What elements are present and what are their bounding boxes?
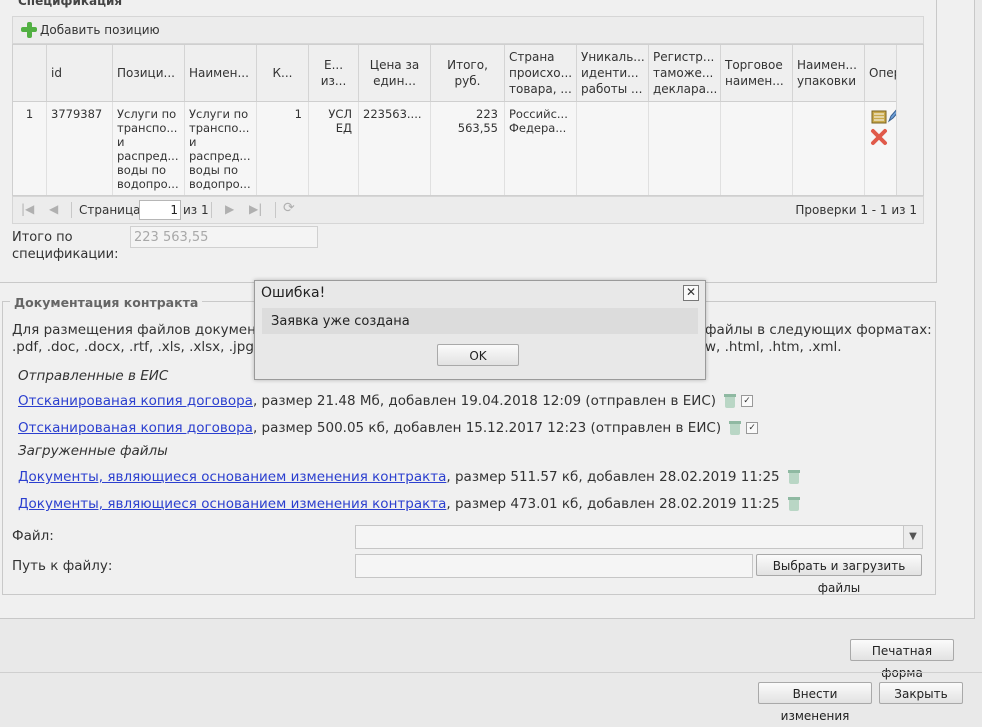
pager-separator <box>275 202 276 218</box>
recycle-bin-icon[interactable] <box>724 394 737 408</box>
spec-total-field: 223 563,55 <box>130 226 318 248</box>
pager-toolbar: |◀ ◀ Страница 1 из 1 ▶ ▶| ⟳ Проверки 1 -… <box>12 196 924 224</box>
doc-intro-right: файлы в следующих форматах: w, .html, .h… <box>705 322 932 356</box>
cell-name: Услуги по транспо... и распред... воды п… <box>185 102 257 195</box>
file-link[interactable]: Документы, являющиеся основанием изменен… <box>18 469 446 485</box>
pager-separator <box>211 202 212 218</box>
next-page-icon[interactable]: ▶ <box>225 202 234 216</box>
dialog-message-area: Заявка уже создана <box>262 308 698 334</box>
refresh-icon[interactable]: ⟳ <box>283 200 295 216</box>
file-link[interactable]: Документы, являющиеся основанием изменен… <box>18 496 446 512</box>
cell-package <box>793 102 865 195</box>
add-position-label: Добавить позицию <box>40 23 160 37</box>
col-unit[interactable]: Е... из... <box>309 45 359 101</box>
grid-scrollbar[interactable] <box>896 45 923 195</box>
col-position[interactable]: Позици... <box>113 45 185 101</box>
doc-intro-right2: w, .html, .htm, .xml. <box>705 339 842 355</box>
cell-country: Российс... Федера... <box>505 102 577 195</box>
file-info: , размер 511.57 кб, добавлен 28.02.2019 … <box>446 469 780 485</box>
doc-intro-line2: .pdf, .doc, .docx, .rtf, .xls, .xlsx, .j… <box>12 339 280 355</box>
file-row: Документы, являющиеся основанием изменен… <box>18 469 800 485</box>
spec-total-label: Итого по спецификации: <box>12 230 119 262</box>
add-position-button[interactable]: Добавить позицию <box>21 22 160 38</box>
file-select[interactable]: ▼ <box>355 525 923 549</box>
pager-separator <box>71 202 72 218</box>
prev-page-icon[interactable]: ◀ <box>49 202 58 216</box>
file-row: Документы, являющиеся основанием изменен… <box>18 496 800 512</box>
col-country[interactable]: Страна происхо... товара, ... <box>505 45 577 101</box>
grid-header: id Позици... Наимен... К... Е... из... Ц… <box>13 45 897 102</box>
doc-intro-left: Для размещения файлов документац .pdf, .… <box>12 322 281 356</box>
col-price[interactable]: Цена за един... <box>359 45 431 101</box>
apply-changes-button[interactable]: Внести изменения <box>758 682 872 723</box>
page-label: Страница <box>79 203 141 217</box>
file-row: Отсканированая копия договора , размер 5… <box>18 420 759 436</box>
col-customs[interactable]: Регистр... таможе... деклара... <box>649 45 721 101</box>
cell-unit: УСЛ ЕД <box>309 102 359 195</box>
spec-grid: id Позици... Наимен... К... Е... из... Ц… <box>12 44 924 196</box>
open-book-icon[interactable] <box>870 108 888 126</box>
print-form-button[interactable]: Печатная форма <box>850 639 954 680</box>
ok-button[interactable]: OK <box>437 344 519 366</box>
cell-trade-name <box>721 102 793 195</box>
close-button[interactable]: Закрыть <box>879 682 963 704</box>
col-unique-id[interactable]: Уникаль... иденти... работы ... <box>577 45 649 101</box>
cell-price: 223563.... <box>359 102 431 195</box>
col-rownum[interactable] <box>13 45 47 101</box>
sent-check-icon: ✓ <box>746 422 759 434</box>
spec-toolbar: Добавить позицию <box>12 16 924 44</box>
file-info: , размер 500.05 кб, добавлен 15.12.2017 … <box>252 420 722 436</box>
cell-rownum: 1 <box>13 102 47 195</box>
cell-id: 3779387 <box>47 102 113 195</box>
cell-operations <box>865 102 897 195</box>
specification-title: Спецификация <box>18 0 123 8</box>
chevron-down-icon[interactable]: ▼ <box>903 526 922 548</box>
recycle-bin-icon[interactable] <box>787 470 800 484</box>
col-id[interactable]: id <box>47 45 113 101</box>
cell-qty: 1 <box>257 102 309 195</box>
uploaded-section-title: Загруженные файлы <box>18 443 168 459</box>
file-path-input[interactable] <box>355 554 753 578</box>
col-name[interactable]: Наимен... <box>185 45 257 101</box>
file-label: Файл: <box>12 528 54 544</box>
dialog-message: Заявка уже создана <box>271 314 410 329</box>
sent-check-icon: ✓ <box>741 395 754 407</box>
col-qty[interactable]: К... <box>257 45 309 101</box>
pager-status: Проверки 1 - 1 из 1 <box>795 203 917 217</box>
documentation-title: Документация контракта <box>10 295 203 310</box>
footer-divider <box>0 672 982 673</box>
file-link[interactable]: Отсканированая копия договора <box>18 420 253 436</box>
col-operations[interactable]: Опера... <box>865 45 897 101</box>
cell-position: Услуги по транспо... и распред... воды п… <box>113 102 185 195</box>
col-trade-name[interactable]: Торговое наимен... <box>721 45 793 101</box>
sent-section-title: Отправленные в ЕИС <box>18 368 169 384</box>
path-label: Путь к файлу: <box>12 558 113 574</box>
last-page-icon[interactable]: ▶| <box>249 202 262 216</box>
table-row[interactable]: 1 3779387 Услуги по транспо... и распред… <box>13 102 897 195</box>
delete-icon[interactable] <box>870 128 888 146</box>
doc-intro-right1: файлы в следующих форматах: <box>705 322 932 338</box>
page-of-label: из 1 <box>183 203 209 217</box>
file-link[interactable]: Отсканированая копия договора <box>18 393 253 409</box>
col-total[interactable]: Итого, руб. <box>431 45 505 101</box>
recycle-bin-icon[interactable] <box>729 421 742 435</box>
upload-files-button[interactable]: Выбрать и загрузить файлы <box>756 554 922 595</box>
plus-icon <box>21 22 37 38</box>
file-info: , размер 473.01 кб, добавлен 28.02.2019 … <box>446 496 780 512</box>
cell-customs <box>649 102 721 195</box>
file-row: Отсканированая копия договора , размер 2… <box>18 393 754 409</box>
first-page-icon[interactable]: |◀ <box>21 202 34 216</box>
recycle-bin-icon[interactable] <box>787 497 800 511</box>
close-icon[interactable]: ✕ <box>683 285 699 301</box>
col-package[interactable]: Наимен... упаковки <box>793 45 865 101</box>
error-dialog: Ошибка! ✕ Заявка уже создана OK <box>254 280 706 380</box>
cell-total: 223 563,55 <box>431 102 505 195</box>
cell-unique-id <box>577 102 649 195</box>
file-info: , размер 21.48 Мб, добавлен 19.04.2018 1… <box>252 393 717 409</box>
doc-intro-line1: Для размещения файлов документац <box>12 322 282 338</box>
page-number-input[interactable]: 1 <box>139 200 181 220</box>
dialog-title: Ошибка! <box>261 285 326 301</box>
